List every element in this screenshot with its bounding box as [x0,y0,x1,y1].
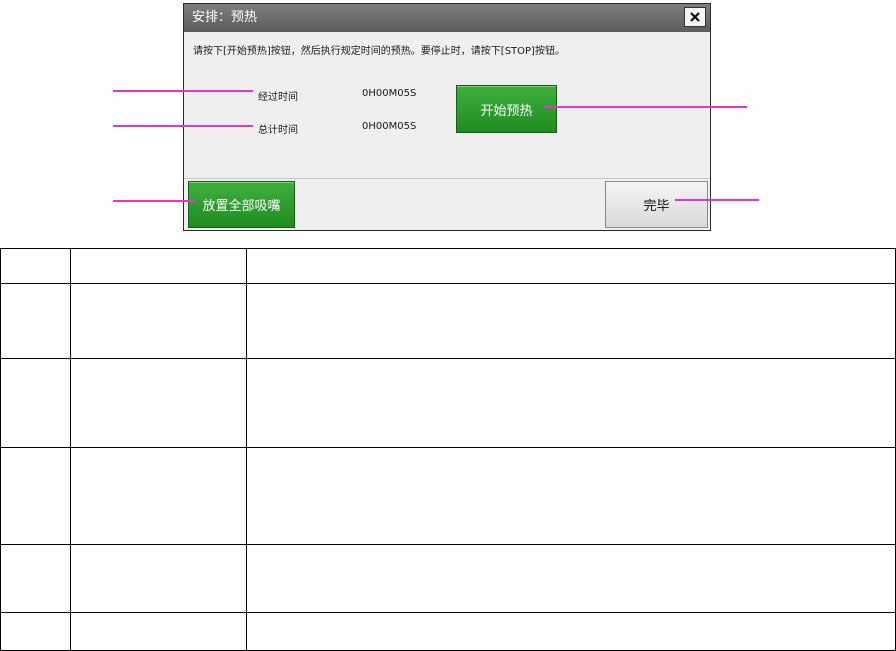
table-cell [0,544,71,613]
table-cell [70,544,247,613]
table-cell [246,247,896,285]
table-row [0,446,896,546]
table-row [0,357,896,448]
table-cell [0,357,71,448]
close-icon [690,12,700,22]
table-row [0,611,896,651]
elapsed-time-label: 经过时间 [258,92,298,103]
close-button[interactable] [684,7,706,27]
table-cell [0,446,71,546]
place-all-nozzles-button[interactable]: 放置全部吸嘴 [188,181,295,228]
table-cell [246,611,896,651]
table-cell [70,357,247,448]
table-row [0,283,896,359]
table-cell [70,611,247,651]
start-warmup-button[interactable]: 开始预热 [456,85,557,133]
table-row [0,247,896,285]
dialog-title: 安排：预热 [192,10,258,25]
done-button[interactable]: 完毕 [605,181,708,228]
instruction-text: 请按下[开始预热]按钮，然后执行规定时间的预热。要停止时，请按下[STOP]按钮… [193,46,565,57]
table-cell [70,283,247,359]
table-cell [246,544,896,613]
dialog-divider [184,178,710,179]
table-cell [246,283,896,359]
table-cell [0,247,71,285]
warmup-dialog: 安排：预热 请按下[开始预热]按钮，然后执行规定时间的预热。要停止时，请按下[S… [183,3,711,231]
dialog-titlebar: 安排：预热 [184,4,710,32]
callout-total-time [113,125,253,127]
table-cell [246,357,896,448]
description-table [0,247,896,651]
table-cell [0,283,71,359]
total-time-label: 总计时间 [258,125,298,136]
table-cell [246,446,896,546]
callout-start-warmup [543,106,747,108]
table-cell [70,247,247,285]
table-cell [0,611,71,651]
elapsed-time-value: 0H00M05S [362,88,417,99]
callout-done [675,199,759,201]
total-time-value: 0H00M05S [362,121,417,132]
callout-place-all [113,200,195,202]
table-row [0,544,896,613]
callout-elapsed-time [113,90,253,92]
table-cell [70,446,247,546]
